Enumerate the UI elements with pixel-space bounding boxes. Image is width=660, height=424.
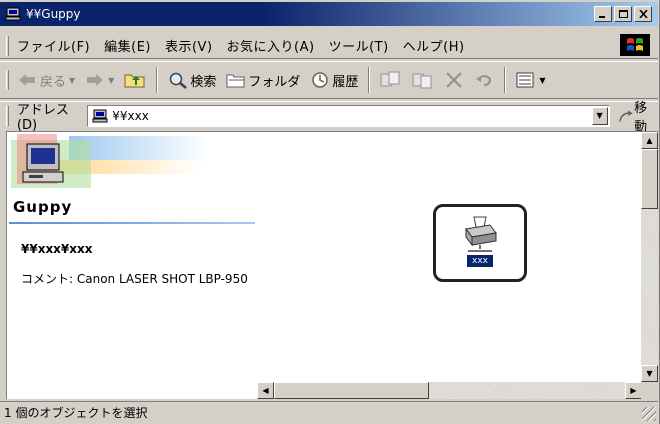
minimize-button[interactable]: [594, 6, 612, 22]
forward-arrow-icon: [87, 74, 104, 86]
views-dropdown-icon[interactable]: ▼: [539, 76, 545, 85]
history-label: 履歴: [332, 74, 359, 90]
history-icon: [312, 72, 329, 88]
go-button[interactable]: 移動: [618, 97, 658, 135]
horizontal-scroll-thumb[interactable]: [274, 382, 429, 399]
address-label: アドレス(D): [16, 102, 69, 133]
address-grip[interactable]: [6, 105, 9, 126]
move-to-button[interactable]: [380, 71, 402, 89]
go-label: 移動: [634, 100, 648, 135]
scrollbar-corner: [641, 382, 658, 399]
toolbar-separator: [156, 67, 159, 93]
explorer-window: ¥¥Guppy ファイル(F) 編集(E) 表示(V) お気に入り(A) ツール…: [0, 0, 660, 424]
status-bar: 1 個のオブジェクトを選択: [0, 401, 658, 423]
title-bar[interactable]: ¥¥Guppy: [0, 2, 658, 26]
network-computer-icon: [92, 109, 108, 122]
network-computer-icon: [4, 6, 22, 22]
scroll-down-button[interactable]: ▼: [641, 365, 658, 382]
address-value: ¥¥xxx: [112, 108, 149, 123]
delete-x-icon: [446, 72, 463, 88]
undo-button[interactable]: [474, 71, 494, 89]
address-dropdown-button[interactable]: ▼: [591, 106, 608, 125]
maximize-button[interactable]: [614, 6, 632, 22]
toolbar-grip[interactable]: [6, 70, 9, 90]
copy-to-icon: [412, 73, 432, 89]
search-label: 検索: [190, 74, 217, 90]
menu-help[interactable]: ヘルプ(H): [403, 36, 465, 55]
scroll-up-button[interactable]: ▲: [641, 132, 658, 149]
standard-toolbar: 戻る ▼ ▼ 検索 フォルダ 履歴 ▼: [0, 61, 658, 99]
toolbar-separator: [368, 67, 371, 93]
share-path: ¥¥xxx¥xxx: [21, 242, 93, 256]
web-view-info-pane: Guppy ¥¥xxx¥xxx コメント: Canon LASER SHOT L…: [7, 132, 257, 382]
search-button[interactable]: 検索: [168, 71, 216, 90]
menu-bar: ファイル(F) 編集(E) 表示(V) お気に入り(A) ツール(T) ヘルプ(…: [0, 33, 658, 59]
window-title: ¥¥Guppy: [26, 7, 81, 21]
folders-icon: [226, 74, 245, 88]
folder-title: Guppy: [13, 198, 73, 216]
printer-item-label: xxx: [467, 255, 493, 267]
windows-logo-icon: [620, 34, 650, 56]
back-dropdown-icon[interactable]: ▼: [69, 76, 75, 85]
forward-button[interactable]: ▼: [85, 72, 114, 88]
folder-banner-image: [11, 134, 209, 188]
back-arrow-icon: [19, 74, 35, 86]
copy-to-button[interactable]: [412, 71, 434, 89]
share-comment: コメント: Canon LASER SHOT LBP-950: [21, 272, 248, 286]
vertical-scroll-thumb[interactable]: [641, 149, 658, 209]
folder-view[interactable]: Guppy ¥¥xxx¥xxx コメント: Canon LASER SHOT L…: [6, 131, 658, 399]
back-button[interactable]: 戻る ▼: [17, 71, 75, 90]
menu-tools[interactable]: ツール(T): [329, 36, 389, 55]
folders-label: フォルダ: [248, 74, 301, 90]
menu-favorites[interactable]: お気に入り(A): [227, 36, 315, 55]
menu-view[interactable]: 表示(V): [165, 36, 213, 55]
address-input[interactable]: ¥¥xxx ▼: [87, 104, 610, 127]
address-bar: アドレス(D) ¥¥xxx ▼ 移動: [0, 101, 658, 135]
go-arrow-icon: [618, 109, 633, 122]
network-printer-icon: [465, 216, 497, 252]
up-folder-icon: [124, 74, 145, 88]
title-underline: [9, 222, 255, 224]
scroll-right-button[interactable]: ▶: [625, 382, 642, 399]
delete-button[interactable]: [444, 71, 464, 89]
folders-button[interactable]: フォルダ: [226, 71, 300, 90]
up-folder-button[interactable]: [124, 71, 146, 89]
menu-file[interactable]: ファイル(F): [17, 36, 90, 55]
vertical-scrollbar[interactable]: ▲ ▼: [641, 132, 658, 382]
printer-item[interactable]: xxx: [433, 204, 527, 282]
close-button[interactable]: [634, 6, 652, 22]
toolbar-separator: [504, 67, 507, 93]
views-button[interactable]: ▼: [516, 72, 546, 88]
forward-dropdown-icon[interactable]: ▼: [108, 76, 114, 85]
back-label: 戻る: [40, 74, 67, 90]
status-text: 1 個のオブジェクトを選択: [4, 406, 148, 420]
views-icon: [516, 72, 534, 88]
menu-edit[interactable]: 編集(E): [104, 36, 151, 55]
horizontal-scrollbar[interactable]: ◀ ▶: [257, 382, 642, 399]
move-to-icon: [380, 71, 400, 87]
scroll-left-button[interactable]: ◀: [257, 382, 274, 399]
menu-grip[interactable]: [6, 35, 9, 56]
undo-icon: [476, 75, 492, 86]
history-button[interactable]: 履歴: [310, 71, 358, 90]
resize-grip[interactable]: [642, 407, 656, 421]
search-icon: [170, 72, 188, 89]
